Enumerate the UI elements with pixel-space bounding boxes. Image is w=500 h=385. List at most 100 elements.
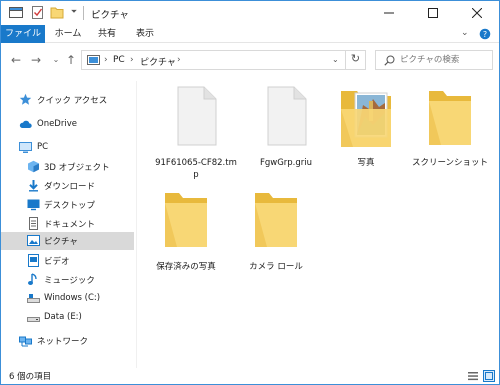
sidebar-item-data-drive[interactable]: Data (E:) (1, 309, 134, 327)
sidebar-item-3d-objects[interactable]: 3D オブジェクト (1, 158, 134, 176)
sidebar-item-label: Windows (C:) (44, 293, 101, 303)
folder-item[interactable]: カメラ ロール (233, 187, 319, 287)
arrow-up-icon: ↑ (65, 53, 77, 67)
drive-icon (27, 317, 40, 322)
svg-text:?: ? (483, 30, 487, 39)
sidebar-item-label: PC (37, 142, 49, 152)
search-icon (384, 55, 395, 66)
drive-icon (27, 294, 40, 303)
help-icon: ? (479, 28, 491, 40)
document-icon (29, 217, 38, 230)
folder-item[interactable]: スクリーンショット (407, 85, 493, 195)
computer-icon (19, 142, 32, 153)
address-bar[interactable]: › PC › ピクチャ › ⌄ (81, 50, 366, 70)
breadcrumb-separator: › (104, 55, 108, 65)
maximize-button[interactable] (411, 1, 455, 25)
sidebar-item-quick-access[interactable]: クイック アクセス (1, 91, 134, 109)
tab-view[interactable]: 表示 (129, 25, 161, 43)
search-box[interactable] (375, 50, 493, 70)
navigation-bar: ← → ⌄ ↑ › PC › ピクチャ › ⌄ ↻ (1, 47, 499, 73)
file-list: 91F61065-CF82.tmp FgwGrp.griu 写真 スクリーンショ… (137, 73, 499, 366)
help-button[interactable]: ? (479, 28, 491, 40)
arrow-left-icon: ← (10, 53, 22, 67)
video-icon (28, 254, 39, 267)
sidebar-item-label: OneDrive (37, 119, 77, 129)
customize-toolbar-icon[interactable]: ⏷ (67, 7, 81, 20)
file-name: FgwGrp.griu (259, 158, 313, 168)
navigation-pane: クイック アクセス OneDrive PC 3D オブジェクト ダウンロード デ… (1, 81, 135, 366)
sidebar-item-label: デスクトップ (44, 201, 96, 211)
chevron-down-icon: ⌄ (461, 28, 469, 38)
download-icon (29, 180, 38, 192)
new-folder-icon[interactable] (50, 6, 64, 19)
file-item[interactable]: 91F61065-CF82.tmp (153, 85, 239, 195)
expand-ribbon-button[interactable]: ⌄ (461, 28, 469, 38)
cube-icon (28, 160, 39, 173)
close-button[interactable] (455, 1, 499, 25)
file-item[interactable]: FgwGrp.griu (243, 85, 329, 195)
up-button[interactable]: ↑ (64, 53, 78, 67)
tab-file[interactable]: ファイル (1, 25, 45, 43)
search-input[interactable] (400, 53, 490, 67)
blank-file-icon (177, 86, 217, 146)
network-icon (19, 336, 32, 347)
breadcrumb-pictures[interactable]: ピクチャ (140, 55, 176, 68)
music-icon (28, 273, 37, 285)
folder-item[interactable]: 保存済みの写真 (143, 187, 229, 287)
breadcrumb-pc[interactable]: PC (113, 55, 125, 65)
close-icon (472, 8, 482, 18)
pictures-icon (27, 235, 40, 246)
cloud-icon (19, 120, 32, 128)
chevron-down-icon: ⌄ (52, 55, 60, 64)
sidebar-item-downloads[interactable]: ダウンロード (1, 177, 134, 195)
sidebar-item-label: ドキュメント (44, 220, 96, 230)
explorer-window: ⏷ ピクチャ ファイル ホーム 共有 表示 ⌄ ? ← → ⌄ ↑ › PC ›… (0, 0, 500, 385)
minimize-icon (384, 12, 394, 14)
back-button[interactable]: ← (9, 53, 23, 67)
arrow-right-icon: → (30, 53, 42, 67)
sidebar-item-label: クイック アクセス (37, 96, 108, 106)
sidebar-item-videos[interactable]: ビデオ (1, 252, 134, 270)
details-view-icon[interactable] (467, 370, 479, 382)
sidebar-item-label: ビデオ (44, 257, 70, 267)
sidebar-item-documents[interactable]: ドキュメント (1, 215, 134, 233)
blank-file-icon (267, 86, 307, 146)
sidebar-item-label: Data (E:) (44, 312, 82, 322)
folder-icon (165, 193, 207, 247)
folder-name: スクリーンショット (411, 158, 489, 168)
sidebar-item-network[interactable]: ネットワーク (1, 332, 134, 350)
ribbon-tabs: ファイル ホーム 共有 表示 ⌄ ? (1, 25, 499, 43)
tab-home[interactable]: ホーム (49, 25, 87, 43)
properties-icon[interactable] (31, 6, 45, 19)
sidebar-item-music[interactable]: ミュージック (1, 271, 134, 289)
folder-item[interactable]: 写真 (323, 85, 409, 195)
sidebar-item-pictures[interactable]: ピクチャ (1, 232, 134, 250)
sidebar-item-label: ミュージック (44, 276, 95, 286)
tab-share[interactable]: 共有 (91, 25, 123, 43)
folder-icon (429, 91, 471, 145)
folder-name: 写真 (357, 158, 375, 168)
sidebar-item-label: ダウンロード (44, 182, 96, 192)
sidebar-item-pc[interactable]: PC (1, 139, 134, 157)
large-icons-view-icon[interactable] (483, 370, 495, 382)
pictures-location-icon (87, 55, 100, 65)
refresh-icon: ↻ (350, 52, 361, 65)
sidebar-item-label: ネットワーク (37, 337, 89, 347)
title-bar: ⏷ ピクチャ (1, 1, 499, 25)
refresh-button[interactable]: ↻ (345, 50, 365, 70)
maximize-icon (428, 8, 438, 18)
photo-folder-icon (341, 91, 391, 147)
sidebar-item-label: ピクチャ (44, 237, 78, 247)
sidebar-item-desktop[interactable]: デスクトップ (1, 196, 134, 214)
star-icon (19, 93, 32, 105)
window-title: ピクチャ (91, 10, 129, 21)
desktop-icon (27, 199, 40, 211)
explorer-icon (9, 7, 23, 18)
sidebar-item-windows-drive[interactable]: Windows (C:) (1, 290, 134, 308)
forward-button[interactable]: → (29, 53, 43, 67)
minimize-button[interactable] (367, 1, 411, 25)
recent-locations-button[interactable]: ⌄ (49, 53, 63, 67)
breadcrumb-separator: › (177, 55, 181, 65)
address-dropdown-button[interactable]: ⌄ (332, 55, 339, 64)
sidebar-item-onedrive[interactable]: OneDrive (1, 116, 134, 134)
